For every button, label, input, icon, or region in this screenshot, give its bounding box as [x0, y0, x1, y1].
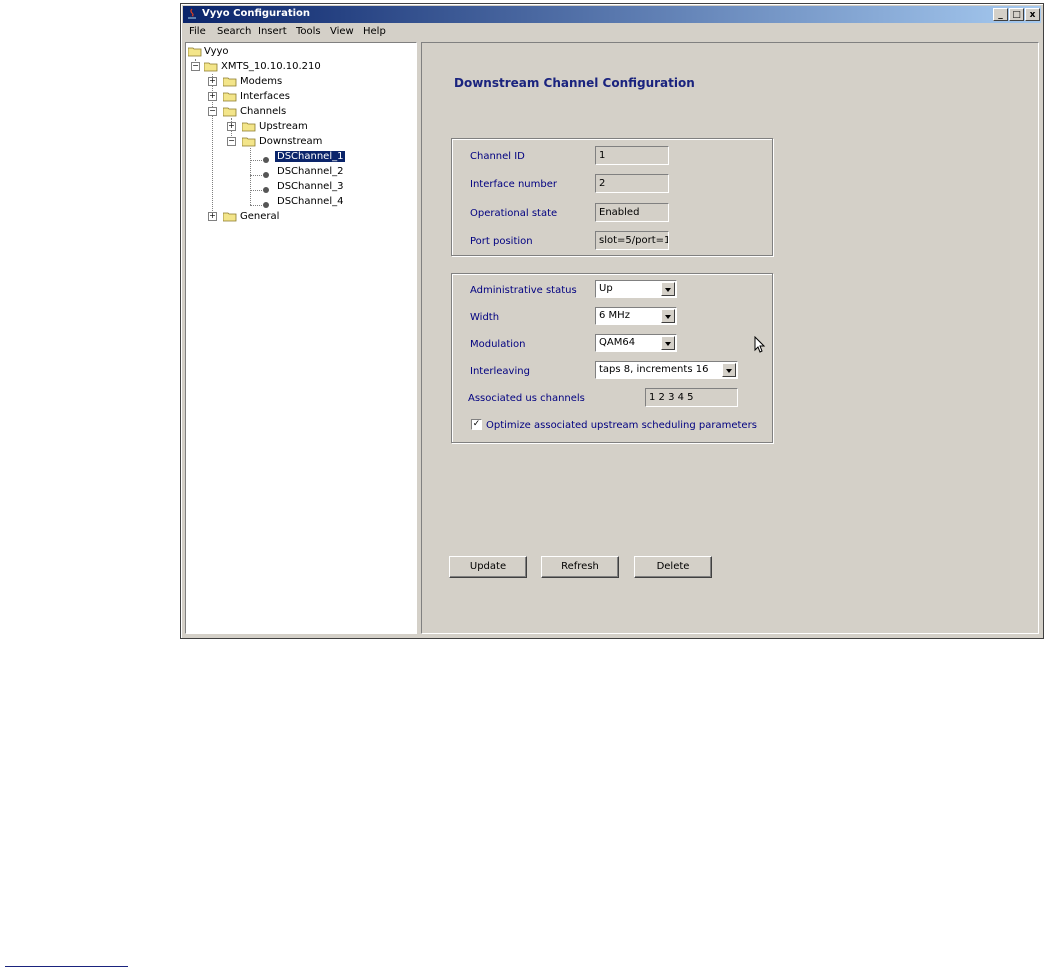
menu-search[interactable]: Search — [217, 26, 251, 37]
folder-open-icon — [204, 62, 218, 72]
tree-node-dschannel-4[interactable]: DSChannel_4 — [277, 196, 343, 207]
channel-node-icon — [263, 187, 269, 193]
delete-button[interactable]: Delete — [634, 556, 712, 578]
folder-icon — [242, 122, 256, 132]
channel-node-icon — [263, 157, 269, 163]
channel-settings-group: Administrative status Up Width 6 MHz Mod… — [451, 273, 773, 443]
window-title: Vyyo Configuration — [202, 8, 311, 19]
modulation-label: Modulation — [470, 339, 526, 350]
page-title: Downstream Channel Configuration — [454, 76, 695, 90]
tree-node-modems[interactable]: Modems — [240, 76, 282, 87]
port-position-label: Port position — [470, 236, 533, 247]
folder-open-icon — [223, 107, 237, 117]
interface-number-label: Interface number — [470, 179, 557, 190]
chevron-down-icon[interactable] — [661, 336, 675, 350]
channel-info-group: Channel ID 1 Interface number 2 Operatio… — [451, 138, 773, 256]
tree-node-channels[interactable]: Channels — [240, 106, 286, 117]
interleaving-value: taps 8, increments 16 — [599, 364, 709, 375]
assoc-us-channels-label: Associated us channels — [468, 393, 585, 404]
tree-node-interfaces[interactable]: Interfaces — [240, 91, 290, 102]
menu-tools[interactable]: Tools — [296, 26, 321, 37]
interleaving-label: Interleaving — [470, 366, 530, 377]
channel-node-icon — [263, 202, 269, 208]
java-icon — [188, 8, 196, 19]
tree-node-xmts[interactable]: XMTS_10.10.10.210 — [221, 61, 321, 72]
assoc-us-channels-field: 1 2 3 4 5 — [645, 388, 738, 407]
collapse-icon[interactable]: − — [227, 137, 236, 146]
tree-node-vyyo[interactable]: Vyyo — [204, 46, 229, 57]
config-panel: Downstream Channel Configuration Channel… — [421, 42, 1039, 634]
tree-connector — [250, 160, 262, 161]
optimize-label: Optimize associated upstream scheduling … — [486, 420, 757, 431]
tree-node-dschannel-2[interactable]: DSChannel_2 — [277, 166, 343, 177]
menu-insert[interactable]: Insert — [258, 26, 287, 37]
minimize-button[interactable]: _ — [993, 8, 1008, 21]
expand-icon[interactable]: + — [227, 122, 236, 131]
tree-node-upstream[interactable]: Upstream — [259, 121, 308, 132]
tree-node-downstream[interactable]: Downstream — [259, 136, 322, 147]
menu-help[interactable]: Help — [363, 26, 386, 37]
chevron-down-icon[interactable] — [661, 309, 675, 323]
divider-line — [5, 966, 128, 967]
port-position-field: slot=5/port=1 — [595, 231, 669, 250]
tree-connector — [250, 148, 251, 205]
expand-icon[interactable]: + — [208, 77, 217, 86]
update-button[interactable]: Update — [449, 556, 527, 578]
maximize-button[interactable]: □ — [1009, 8, 1024, 21]
folder-icon — [223, 77, 237, 87]
operational-state-label: Operational state — [470, 208, 558, 219]
width-value: 6 MHz — [599, 310, 630, 321]
tree-connector — [250, 190, 262, 191]
channel-id-field: 1 — [595, 146, 669, 165]
operational-state-field: Enabled — [595, 203, 669, 222]
folder-icon — [223, 212, 237, 222]
folder-open-icon — [188, 47, 202, 57]
app-window: Vyyo Configuration _ □ x File Search Ins… — [180, 3, 1044, 639]
collapse-icon[interactable]: − — [208, 107, 217, 116]
modulation-value: QAM64 — [599, 337, 636, 348]
chevron-down-icon[interactable] — [722, 363, 736, 377]
width-label: Width — [470, 312, 500, 323]
chevron-down-icon[interactable] — [661, 282, 675, 296]
folder-icon — [223, 92, 237, 102]
interleaving-select[interactable]: taps 8, increments 16 — [595, 361, 738, 379]
title-bar[interactable]: Vyyo Configuration _ □ x — [183, 6, 1041, 23]
tree-connector — [250, 175, 262, 176]
tree-connector — [250, 205, 262, 206]
expand-icon[interactable]: + — [208, 212, 217, 221]
optimize-checkbox[interactable]: ✓ — [471, 419, 482, 430]
modulation-select[interactable]: QAM64 — [595, 334, 677, 352]
channel-node-icon — [263, 172, 269, 178]
width-select[interactable]: 6 MHz — [595, 307, 677, 325]
menu-file[interactable]: File — [189, 26, 206, 37]
close-button[interactable]: x — [1025, 8, 1040, 21]
admin-status-value: Up — [599, 283, 613, 294]
tree-node-dschannel-1[interactable]: DSChannel_1 — [275, 151, 346, 162]
menu-bar: File Search Insert Tools View Help — [183, 24, 1041, 42]
collapse-icon[interactable]: − — [191, 62, 200, 71]
admin-status-select[interactable]: Up — [595, 280, 677, 298]
expand-icon[interactable]: + — [208, 92, 217, 101]
admin-status-label: Administrative status — [470, 285, 577, 296]
navigation-tree[interactable]: Vyyo − XMTS_10.10.10.210 + Modems + Inte… — [185, 42, 417, 634]
refresh-button[interactable]: Refresh — [541, 556, 619, 578]
tree-node-general[interactable]: General — [240, 211, 279, 222]
interface-number-field: 2 — [595, 174, 669, 193]
menu-view[interactable]: View — [330, 26, 354, 37]
mouse-pointer-icon — [754, 336, 766, 353]
tree-node-dschannel-3[interactable]: DSChannel_3 — [277, 181, 343, 192]
channel-id-label: Channel ID — [470, 151, 525, 162]
folder-open-icon — [242, 137, 256, 147]
